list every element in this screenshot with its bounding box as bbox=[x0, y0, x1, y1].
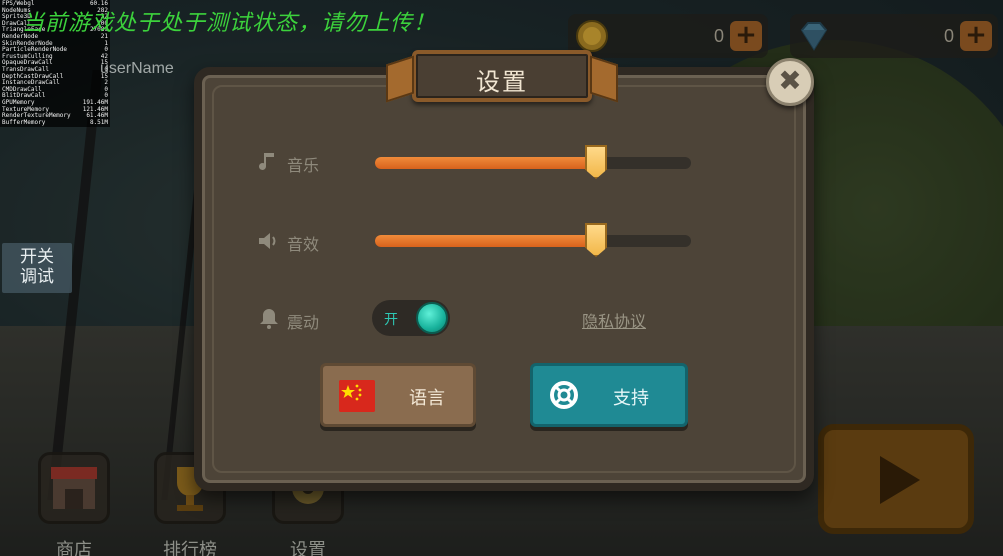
language-button-label: 语言 bbox=[409, 388, 445, 409]
sfx-label: 音效 bbox=[287, 235, 320, 254]
play-button[interactable] bbox=[818, 424, 974, 534]
coin-counter: 0 + bbox=[568, 14, 768, 58]
support-button[interactable]: 支持 bbox=[530, 363, 688, 427]
vibration-toggle[interactable]: 开 bbox=[372, 300, 450, 336]
sfx-slider[interactable] bbox=[375, 223, 691, 257]
sfx-slider-fill bbox=[375, 235, 596, 247]
debug-toggle-line2: 调试 bbox=[20, 267, 54, 287]
nav-shop-label: 商店 bbox=[56, 540, 92, 556]
dialog-title-plate: 设置 bbox=[412, 50, 592, 102]
debug-stat-row: BufferMemory 8.51M bbox=[2, 118, 108, 127]
gem-icon bbox=[800, 22, 828, 51]
music-slider-fill bbox=[375, 157, 596, 169]
vibration-toggle-knob bbox=[416, 302, 448, 334]
dialog-inner-border bbox=[212, 85, 796, 473]
vibration-toggle-state: 开 bbox=[384, 312, 398, 328]
add-coins-button[interactable]: + bbox=[730, 21, 762, 51]
nav-shop[interactable]: 商店 bbox=[38, 452, 112, 556]
gem-counter: 0 + bbox=[790, 14, 998, 58]
debug-stat-value: 8.51M bbox=[89, 118, 108, 126]
bell-icon bbox=[260, 309, 278, 329]
music-slider[interactable] bbox=[375, 145, 691, 179]
coin-icon bbox=[576, 20, 608, 52]
privacy-policy-link[interactable]: 隐私协议 bbox=[582, 308, 646, 332]
shop-icon bbox=[38, 452, 110, 524]
support-button-label: 支持 bbox=[613, 388, 649, 409]
nav-settings-label: 设置 bbox=[290, 540, 326, 556]
vibration-label: 震动 bbox=[287, 313, 320, 332]
add-gems-button[interactable]: + bbox=[960, 21, 992, 51]
debug-toggle-line1: 开关 bbox=[20, 247, 54, 267]
close-button[interactable]: ✖ bbox=[766, 58, 814, 106]
speaker-icon bbox=[259, 233, 276, 249]
coin-value: 0 bbox=[713, 26, 724, 46]
user-name: userName bbox=[100, 60, 174, 77]
dialog-title: 设置 bbox=[476, 68, 528, 96]
language-button[interactable]: 语言 bbox=[320, 363, 476, 427]
nav-leaderboard-label: 排行榜 bbox=[163, 540, 217, 556]
music-label: 音乐 bbox=[287, 156, 320, 175]
lifebuoy-icon bbox=[550, 381, 578, 409]
china-flag-icon bbox=[339, 380, 375, 412]
test-mode-banner: 当前游戏处于处于测试状态，请勿上传！ bbox=[22, 11, 437, 36]
settings-dialog bbox=[194, 67, 814, 491]
music-note-icon bbox=[259, 153, 274, 170]
debug-stat-label: BufferMemory bbox=[2, 118, 46, 126]
debug-toggle-button[interactable]: 开关 调试 bbox=[2, 243, 72, 293]
gem-value: 0 bbox=[943, 26, 954, 46]
